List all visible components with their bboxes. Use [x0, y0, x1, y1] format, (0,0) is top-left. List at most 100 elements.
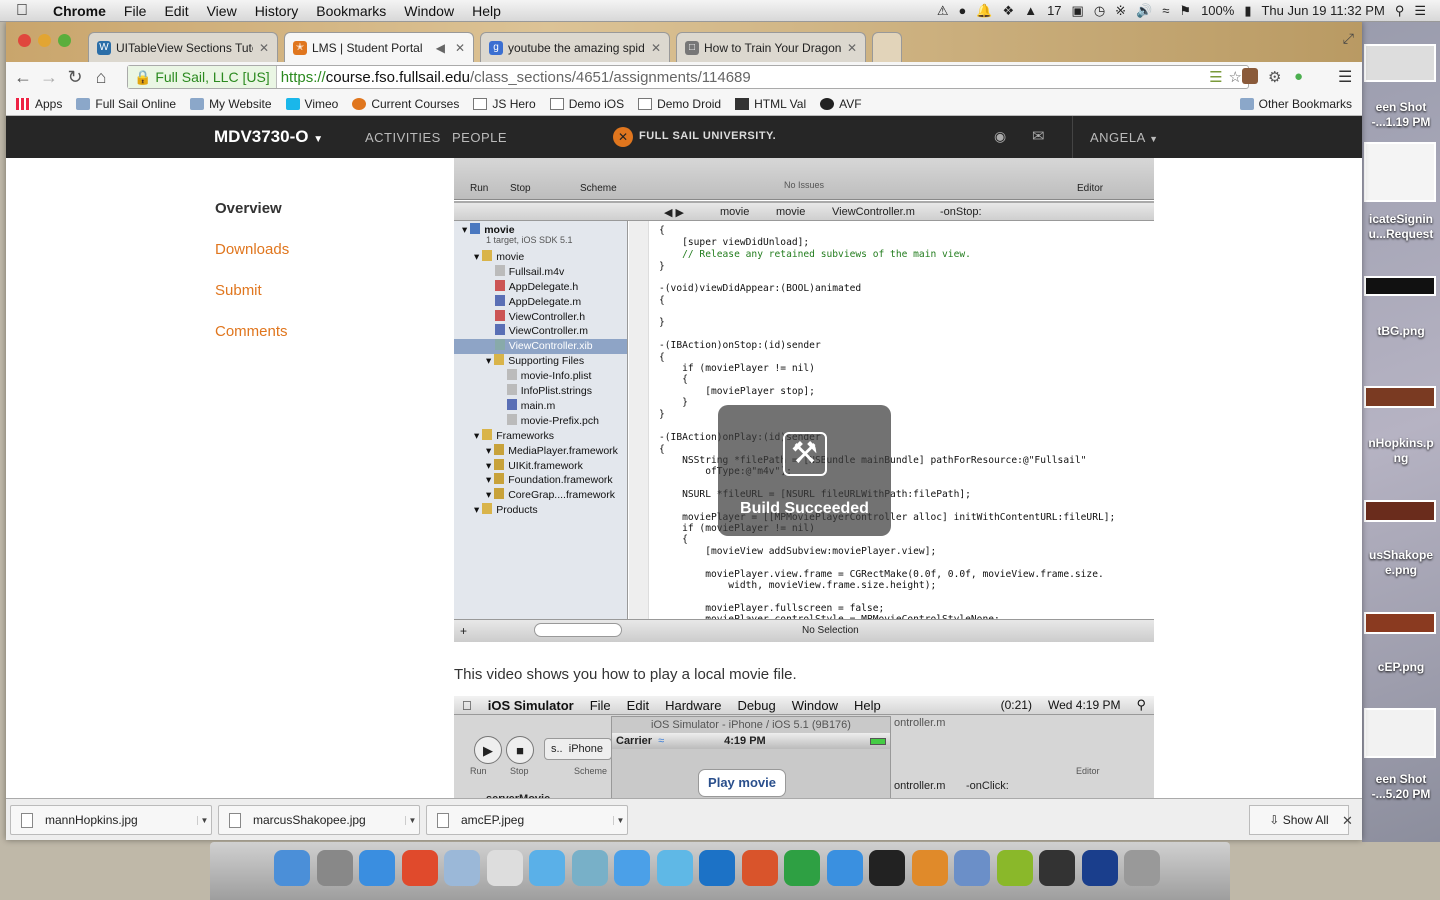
menu-edit[interactable]: Edit	[155, 3, 197, 19]
desktop-thumbnail[interactable]	[1364, 142, 1436, 202]
desktop-file-label[interactable]: tBG.png	[1362, 324, 1440, 339]
bookmark-full-sail-online[interactable]: Full Sail Online	[76, 97, 176, 111]
globe-icon[interactable]: ◉	[994, 128, 1006, 145]
reload-icon[interactable]: ↻	[62, 67, 88, 88]
download-item[interactable]: marcusShakopee.jpg ▼	[218, 805, 420, 835]
fullsail-logo-icon[interactable]: ✕	[613, 127, 633, 147]
close-tab-icon[interactable]: ✕	[259, 41, 269, 55]
ssl-badge[interactable]: 🔒 Full Sail, LLC [US]	[128, 66, 277, 88]
new-tab-button[interactable]	[872, 32, 902, 62]
close-tab-icon[interactable]: ✕	[651, 41, 661, 55]
chevron-down-icon[interactable]: ▼	[405, 815, 419, 825]
volume-icon[interactable]: 🔊	[1136, 3, 1152, 19]
menu-file[interactable]: File	[115, 3, 156, 19]
dock-app-icon[interactable]	[359, 850, 395, 886]
settings-extension-icon[interactable]: ⚙	[1268, 68, 1281, 86]
evernote-extension-icon[interactable]: ●	[1294, 68, 1303, 85]
desktop-file-label[interactable]: icateSignin u...Request	[1362, 212, 1440, 242]
user-menu[interactable]: ANGELA ▼	[1090, 130, 1159, 145]
nav-people[interactable]: PEOPLE	[452, 130, 507, 145]
tab-uitableview[interactable]: W UITableView Sections Tuto ✕	[88, 32, 278, 62]
rss-icon[interactable]: ☰	[1209, 68, 1222, 86]
app-status-icon[interactable]: ▲	[1024, 3, 1037, 18]
dock-app-icon[interactable]	[1039, 850, 1075, 886]
forward-arrow-icon[interactable]: →	[36, 67, 62, 88]
desktop-file-label[interactable]: nHopkins.p ng	[1362, 436, 1440, 466]
dock-app-icon[interactable]	[614, 850, 650, 886]
bookmark-demo-droid[interactable]: Demo Droid	[638, 97, 721, 111]
bookmark-current-courses[interactable]: Current Courses	[352, 97, 459, 111]
dock-app-icon[interactable]	[444, 850, 480, 886]
bookmark-demo-ios[interactable]: Demo iOS	[549, 97, 624, 111]
dropbox-icon[interactable]: ❖	[1003, 3, 1015, 19]
show-all-downloads-button[interactable]: ⇩ Show All	[1249, 805, 1349, 835]
desktop-file-label[interactable]: een Shot -...5.20 PM	[1362, 772, 1440, 802]
dock-app-icon[interactable]	[656, 850, 693, 886]
dock-app-icon[interactable]	[741, 850, 778, 886]
download-item[interactable]: mannHopkins.jpg ▼	[10, 805, 212, 835]
bookmark-vimeo[interactable]: Vimeo	[285, 97, 338, 111]
close-tab-icon[interactable]: ✕	[847, 41, 857, 55]
time-machine-icon[interactable]: ◷	[1094, 3, 1105, 19]
bookmark-avf[interactable]: AVF	[820, 97, 862, 111]
dock-app-icon[interactable]	[571, 850, 608, 886]
airplay-icon[interactable]: ▣	[1072, 3, 1084, 19]
bookmark-other-bookmarks[interactable]: Other Bookmarks	[1239, 97, 1352, 111]
tab-lms[interactable]: ✭ LMS | Student Portal ◀ ✕	[284, 32, 474, 62]
apple-menu-icon[interactable]: 	[0, 2, 44, 20]
menu-window[interactable]: Window	[395, 3, 463, 19]
nav-activities[interactable]: ACTIVITIES	[365, 130, 441, 145]
desktop-file-label[interactable]: usShakope e.png	[1362, 548, 1440, 578]
menu-bookmarks[interactable]: Bookmarks	[307, 3, 395, 19]
dock-app-icon[interactable]	[529, 850, 565, 886]
dock-app-icon[interactable]	[1081, 850, 1118, 886]
battery-icon[interactable]: ▮	[1244, 3, 1251, 19]
fullsail-brand[interactable]: FULL SAIL UNIVERSITY.	[639, 130, 776, 142]
close-downloads-icon[interactable]: ✕	[1342, 813, 1353, 829]
url-text[interactable]: https://course.fso.fullsail.edu/class_se…	[277, 69, 751, 86]
desktop-file-label[interactable]: een Shot -...1.19 PM	[1362, 100, 1440, 130]
dock-app-icon[interactable]	[784, 850, 820, 886]
menu-history[interactable]: History	[246, 3, 308, 19]
course-menu[interactable]: MDV3730-O ▼	[214, 127, 323, 147]
chevron-down-icon[interactable]: ▼	[613, 815, 627, 825]
desktop-file-label[interactable]: cEP.png	[1362, 660, 1440, 675]
back-arrow-icon[interactable]: ←	[10, 67, 36, 88]
download-item[interactable]: amcEP.jpeg ▼	[426, 805, 628, 835]
desktop-thumbnail[interactable]	[1364, 500, 1436, 522]
notification-bell-icon[interactable]: 🔔	[976, 3, 992, 19]
instagram-extension-icon[interactable]	[1242, 68, 1258, 84]
desktop-thumbnail[interactable]	[1364, 612, 1436, 634]
battery-percent[interactable]: 100%	[1201, 3, 1234, 18]
dock-app-icon[interactable]	[869, 850, 905, 886]
dock-app-icon[interactable]	[316, 850, 353, 886]
dock-app-icon[interactable]	[401, 850, 438, 886]
home-icon[interactable]: ⌂	[88, 67, 114, 88]
dock-app-icon[interactable]	[1124, 850, 1160, 886]
desktop-thumbnail[interactable]	[1364, 386, 1436, 408]
speaker-icon[interactable]: ◀	[436, 41, 445, 55]
sidebar-item-downloads[interactable]: Downloads	[215, 241, 289, 258]
bookmark-apps[interactable]: Apps	[16, 97, 62, 111]
menu-view[interactable]: View	[198, 3, 246, 19]
desktop-thumbnail[interactable]	[1364, 708, 1436, 758]
dock-app-icon[interactable]	[486, 850, 523, 886]
fullscreen-icon[interactable]: ⤢	[1343, 30, 1354, 47]
dock-app-icon[interactable]	[274, 850, 310, 886]
dock-app-icon[interactable]	[826, 850, 863, 886]
address-bar[interactable]: 🔒 Full Sail, LLC [US] https://course.fso…	[127, 65, 1249, 89]
bookmark-my-website[interactable]: My Website	[190, 97, 272, 111]
chevron-down-icon[interactable]: ▼	[197, 815, 211, 825]
sidebar-item-overview[interactable]: Overview	[215, 200, 282, 217]
bookmark-star-icon[interactable]: ☆	[1229, 68, 1242, 86]
sidebar-item-comments[interactable]: Comments	[215, 323, 288, 340]
notification-center-icon[interactable]: ☰	[1414, 3, 1426, 19]
evernote-icon[interactable]: ●	[958, 3, 966, 18]
wifi-icon[interactable]: ≈	[1162, 3, 1169, 18]
menu-app-chrome[interactable]: Chrome	[44, 3, 115, 19]
minimize-window-button[interactable]	[38, 34, 51, 47]
chrome-menu-icon[interactable]: ☰	[1338, 67, 1352, 87]
dock-app-icon[interactable]	[911, 850, 948, 886]
spotlight-search-icon[interactable]: ⚲	[1395, 3, 1405, 19]
flag-icon[interactable]: ⚑	[1179, 3, 1191, 19]
